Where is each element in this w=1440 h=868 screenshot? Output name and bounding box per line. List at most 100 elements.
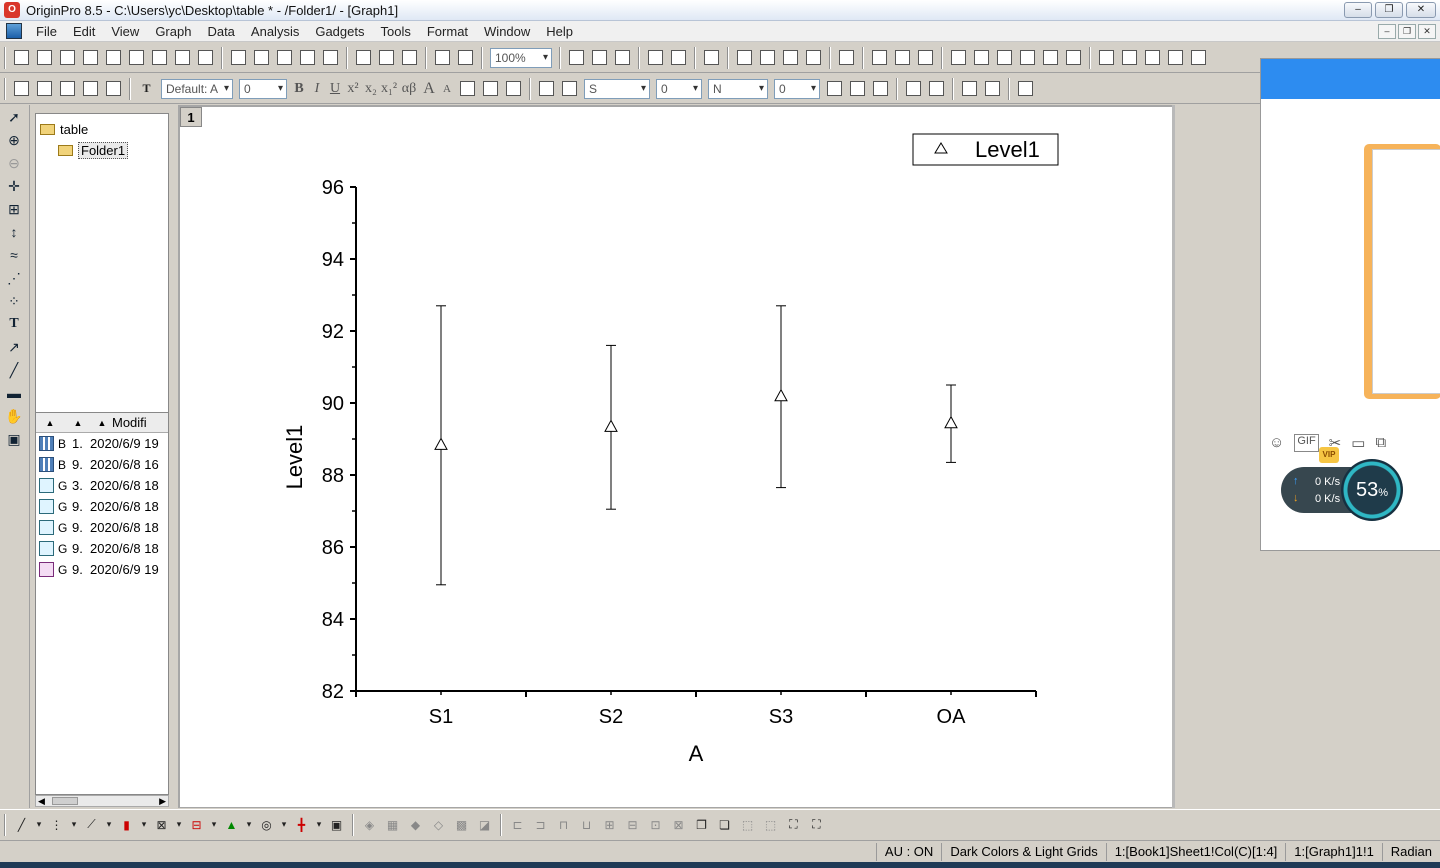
lock-position-icon[interactable] [1015, 78, 1036, 99]
align-left-icon[interactable]: ⊏ [507, 814, 528, 835]
dropdown-arrow-icon[interactable]: ▾ [244, 814, 254, 835]
pattern-icon[interactable] [824, 78, 845, 99]
font-size-select[interactable]: 0 [239, 78, 287, 99]
mask-points-icon[interactable]: ⋰ [2, 267, 26, 289]
arrow-tool-icon[interactable]: ↗ [2, 336, 26, 358]
dropdown-arrow-icon[interactable]: ▾ [314, 814, 324, 835]
script-window-icon[interactable] [757, 47, 778, 68]
menu-data[interactable]: Data [199, 24, 242, 39]
line-plot-icon[interactable]: ╱ [11, 814, 32, 835]
data-display-icon[interactable] [1096, 47, 1117, 68]
3d-ternary-icon[interactable]: ◪ [474, 814, 495, 835]
menu-help[interactable]: Help [538, 24, 581, 39]
folder-open-icon[interactable]: ▭ [1351, 434, 1365, 452]
code-builder-icon[interactable] [645, 47, 666, 68]
screen-reader-icon[interactable]: ⊞ [2, 198, 26, 220]
import-wizard-icon[interactable] [399, 47, 420, 68]
align-bottom-icon[interactable]: ⊔ [576, 814, 597, 835]
layer-arrange-icon[interactable] [915, 47, 936, 68]
align-icon[interactable] [103, 78, 124, 99]
dropdown-arrow-icon[interactable]: ▾ [209, 814, 219, 835]
window-menu-icon[interactable] [6, 23, 22, 39]
command-window-icon[interactable] [734, 47, 755, 68]
fit-layer-icon[interactable]: ⛶ [806, 814, 827, 835]
duplicate-icon[interactable] [432, 47, 453, 68]
draw-data-icon[interactable]: ≈ [2, 244, 26, 266]
sort-modified-icon[interactable]: ▲ [92, 418, 112, 428]
axis-bottom-icon[interactable] [948, 47, 969, 68]
line-symbol-icon[interactable]: ⟋ [81, 814, 102, 835]
border-icon[interactable] [847, 78, 868, 99]
axis-top-icon[interactable] [971, 47, 992, 68]
print-icon[interactable] [566, 47, 587, 68]
unmask-icon[interactable] [926, 78, 947, 99]
modified-column-header[interactable]: Modifi [112, 415, 147, 430]
list-item[interactable]: G 3. 2020/6/8 18 [36, 475, 168, 496]
open-template-icon[interactable] [251, 47, 272, 68]
refresh-icon[interactable] [589, 47, 610, 68]
rectangle-tool-icon[interactable]: ▬ [2, 382, 26, 404]
sort-name-icon[interactable]: ▲ [36, 418, 64, 428]
bring-front-icon[interactable]: ❐ [691, 814, 712, 835]
scroll-thumb[interactable] [52, 797, 78, 805]
open-icon[interactable] [228, 47, 249, 68]
tree-folder-table[interactable]: table [40, 122, 88, 137]
mdi-minimize-button[interactable]: – [1378, 24, 1396, 39]
area-plot-icon[interactable]: ▲ [221, 814, 242, 835]
open-excel-icon[interactable] [274, 47, 295, 68]
new-function-icon[interactable] [126, 47, 147, 68]
stat-plot-icon[interactable]: ⊠ [151, 814, 172, 835]
import-single-icon[interactable] [353, 47, 374, 68]
3d-plot-icon[interactable]: ◈ [359, 814, 380, 835]
same-width-icon[interactable]: ⊡ [645, 814, 666, 835]
group-objects-icon[interactable]: ⬚ [737, 814, 758, 835]
scatter-plot-icon[interactable]: ⋮ [46, 814, 67, 835]
scroll-left-icon[interactable]: ◀ [38, 796, 45, 807]
subscript-button[interactable]: x₂ [362, 81, 380, 97]
new-matrix-icon[interactable] [103, 47, 124, 68]
dropdown-arrow-icon[interactable]: ▾ [174, 814, 184, 835]
fit-page-icon[interactable]: ⛶ [783, 814, 804, 835]
superscript-button[interactable]: x² [344, 81, 362, 97]
supsub-button[interactable]: x₁² [380, 81, 398, 97]
list-item[interactable]: G 9. 2020/6/8 18 [36, 517, 168, 538]
save-template-icon[interactable] [320, 47, 341, 68]
dropdown-arrow-icon[interactable]: ▾ [104, 814, 114, 835]
new-project-icon[interactable] [11, 47, 32, 68]
mdi-close-button[interactable]: ✕ [1418, 24, 1436, 39]
axis-opposite-icon[interactable] [1063, 47, 1084, 68]
emoji-icon[interactable]: ☺ [1269, 434, 1284, 452]
rescale-icon[interactable] [869, 47, 890, 68]
move-up-icon[interactable] [959, 78, 980, 99]
dropdown-arrow-icon[interactable]: ▾ [279, 814, 289, 835]
copy-icon[interactable]: ⧉ [1375, 434, 1386, 452]
sort-num-icon[interactable]: ▲ [64, 418, 92, 428]
tree-folder-folder1[interactable]: Folder1 [58, 142, 129, 159]
greek-button[interactable]: αβ [398, 81, 420, 97]
stock-plot-icon[interactable]: ╋ [291, 814, 312, 835]
list-item[interactable]: B 9. 2020/6/8 16 [36, 454, 168, 475]
3d-surface-icon[interactable]: ◆ [405, 814, 426, 835]
new-notes-icon[interactable] [172, 47, 193, 68]
menu-analysis[interactable]: Analysis [243, 24, 307, 39]
ungroup-objects-icon[interactable]: ⬚ [760, 814, 781, 835]
italic-button[interactable]: I [308, 81, 326, 97]
mask-icon[interactable] [903, 78, 924, 99]
new-excel-icon[interactable] [57, 47, 78, 68]
gif-icon[interactable]: GIF [1294, 434, 1319, 452]
left-align-icon[interactable] [457, 78, 478, 99]
new-script-icon[interactable] [195, 47, 216, 68]
align-vcenter-icon[interactable]: ⊞ [599, 814, 620, 835]
box-chart-icon[interactable]: ⊟ [186, 814, 207, 835]
list-horizontal-scrollbar[interactable]: ◀ ▶ [35, 795, 169, 807]
layer-add-icon[interactable] [892, 47, 913, 68]
move-down-icon[interactable] [982, 78, 1003, 99]
fill-color-icon[interactable] [536, 78, 557, 99]
axis-right-icon[interactable] [994, 47, 1015, 68]
pointer-icon[interactable]: ➚ [2, 106, 26, 128]
font-select[interactable]: Default: A [161, 78, 233, 99]
new-layout-icon[interactable] [149, 47, 170, 68]
apps-icon[interactable] [803, 47, 824, 68]
underline-button[interactable]: U [326, 81, 344, 97]
insert-graph-icon[interactable]: ▣ [2, 428, 26, 450]
